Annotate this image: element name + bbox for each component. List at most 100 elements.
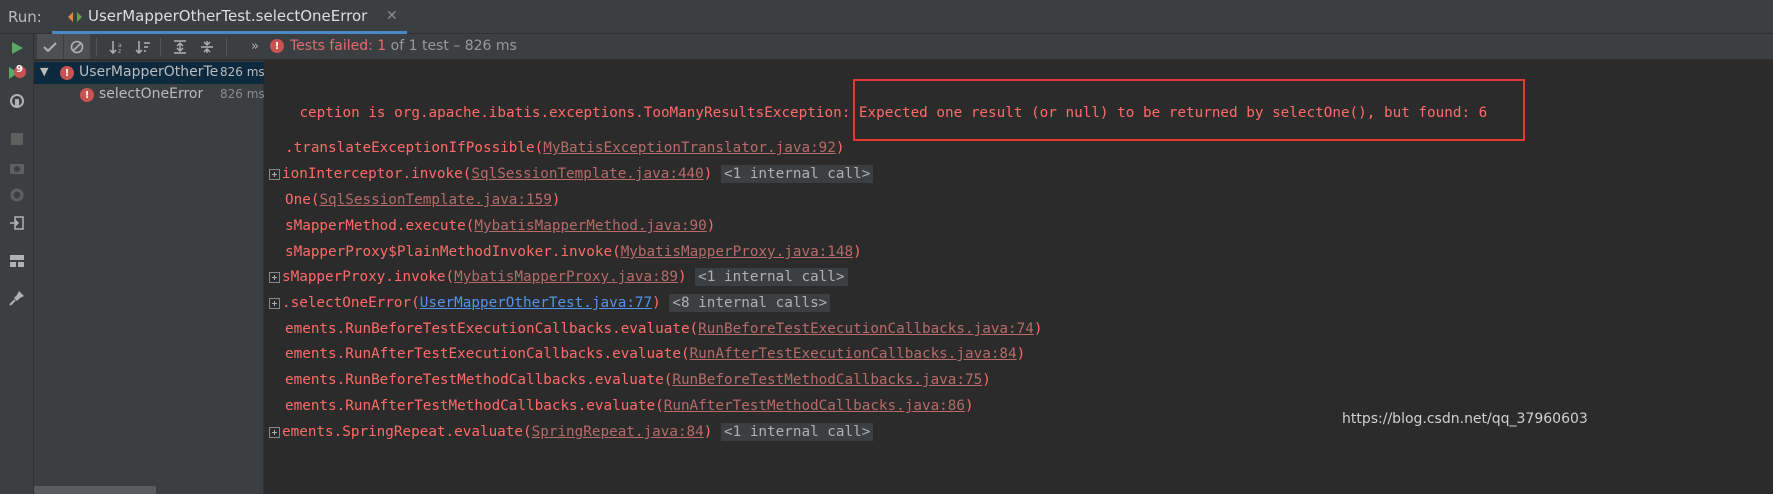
- rerun-failed-icon[interactable]: 9: [7, 64, 27, 84]
- horizontal-scrollbar[interactable]: [34, 486, 156, 494]
- tree-item-duration: 826 ms: [220, 65, 265, 79]
- frame-method: ionInterceptor.invoke(: [282, 166, 472, 182]
- frame-suffix: ): [551, 192, 561, 208]
- show-passed-icon[interactable]: [37, 34, 63, 59]
- frame-suffix: ): [703, 424, 713, 440]
- stack-frame: ements.RunAfterTestMethodCallbacks.evalu…: [265, 398, 974, 424]
- source-link[interactable]: RunBeforeTestMethodCallbacks.java:75: [672, 372, 982, 388]
- expand-arrow-icon[interactable]: ▼: [40, 65, 48, 78]
- source-link[interactable]: MyBatisExceptionTranslator.java:92: [543, 140, 836, 156]
- stack-frame: sMapperProxy$PlainMethodInvoker.invoke(M…: [265, 244, 862, 270]
- frame-suffix: ): [677, 269, 687, 285]
- frame-method: sMapperMethod.execute(: [285, 218, 475, 234]
- source-link[interactable]: RunAfterTestMethodCallbacks.java:86: [664, 398, 965, 414]
- svg-text:z: z: [118, 48, 121, 54]
- failed-badge-count: 9: [16, 64, 23, 75]
- run-tab-bar: Run: UserMapperOtherTest.selectOneError …: [0, 0, 1773, 34]
- test-config-icon: [68, 12, 82, 22]
- toolbar-separator: [226, 38, 227, 56]
- stack-frame: ements.RunBeforeTestMethodCallbacks.eval…: [265, 372, 991, 398]
- stack-frame: sMapperProxy.invoke(MybatisMapperProxy.j…: [265, 268, 848, 295]
- source-link[interactable]: SqlSessionTemplate.java:159: [319, 192, 551, 208]
- frame-suffix: ): [703, 166, 713, 182]
- import-icon[interactable]: [7, 213, 27, 233]
- run-label: Run:: [8, 8, 42, 26]
- tree-item-label: selectOneError: [99, 86, 204, 102]
- more-actions-icon[interactable]: »: [242, 34, 268, 59]
- frame-method: .translateExceptionIfPossible(: [285, 140, 544, 156]
- stack-frame: ionInterceptor.invoke(SqlSessionTemplate…: [265, 165, 874, 192]
- sort-by-duration-icon[interactable]: [130, 34, 156, 59]
- source-link[interactable]: MybatisMapperMethod.java:90: [474, 218, 706, 234]
- status-summary: of 1 test – 826 ms: [390, 38, 517, 54]
- source-link[interactable]: UserMapperOtherTest.java:77: [420, 295, 652, 311]
- pin-icon[interactable]: [7, 288, 27, 308]
- fold-toggle-icon[interactable]: [269, 271, 280, 283]
- source-link[interactable]: SpringRepeat.java:84: [532, 424, 704, 440]
- toolbar-separator: [160, 38, 161, 56]
- stack-frame: .translateExceptionIfPossible(MyBatisExc…: [265, 140, 845, 166]
- highlight-annotation-box: [853, 79, 1525, 141]
- expand-all-icon[interactable]: [167, 34, 193, 59]
- tree-item-label: UserMapperOtherTes: [79, 64, 219, 80]
- fold-toggle-icon[interactable]: [269, 426, 280, 438]
- frame-method: .selectOneError(: [282, 295, 420, 311]
- rerun-icon[interactable]: [7, 38, 27, 58]
- status-failed-label: Tests failed:: [290, 38, 373, 54]
- source-link[interactable]: MybatisMapperProxy.java:89: [454, 269, 678, 285]
- sort-alphabetically-icon[interactable]: az: [104, 34, 130, 59]
- stack-frame: ements.RunBeforeTestExecutionCallbacks.e…: [265, 321, 1042, 347]
- frame-suffix: ): [835, 140, 845, 156]
- run-tab[interactable]: UserMapperOtherTest.selectOneError ✕: [52, 0, 407, 34]
- error-icon: !: [270, 39, 284, 53]
- close-icon[interactable]: ✕: [386, 8, 398, 24]
- stack-frame: sMapperMethod.execute(MybatisMapperMetho…: [265, 218, 715, 244]
- stack-frame: .selectOneError(UserMapperOtherTest.java…: [265, 294, 831, 321]
- fold-toggle-icon[interactable]: [269, 297, 280, 309]
- left-toolbar: 9: [0, 34, 34, 494]
- toolbar-separator: [96, 38, 97, 56]
- run-tab-title: UserMapperOtherTest.selectOneError: [88, 7, 368, 25]
- tree-item-test-class[interactable]: ▼ ! UserMapperOtherTes 826 ms: [34, 62, 265, 84]
- frame-method: ements.RunBeforeTestExecutionCallbacks.e…: [285, 321, 699, 337]
- frame-method: sMapperProxy$PlainMethodInvoker.invoke(: [285, 244, 621, 260]
- toggle-auto-test-icon[interactable]: [7, 91, 27, 111]
- frame-method: ements.RunAfterTestExecutionCallbacks.ev…: [285, 346, 690, 362]
- fold-toggle-icon[interactable]: [269, 168, 280, 180]
- tree-item-test-method[interactable]: ! selectOneError 826 ms: [34, 84, 265, 106]
- stack-frame: ements.SpringRepeat.evaluate(SpringRepea…: [265, 423, 874, 450]
- settings-icon[interactable]: [7, 185, 27, 205]
- frame-suffix: ): [706, 218, 716, 234]
- source-link[interactable]: MybatisMapperProxy.java:148: [621, 244, 853, 260]
- frame-method: ements.RunAfterTestMethodCallbacks.evalu…: [285, 398, 664, 414]
- watermark: https://blog.csdn.net/qq_37960603: [1342, 411, 1588, 427]
- frame-suffix: ): [652, 295, 661, 311]
- layout-icon[interactable]: [7, 251, 27, 271]
- collapse-all-icon[interactable]: [194, 34, 220, 59]
- test-toolbar: az » ! Tests failed: 1 of 1 test – 826 m…: [34, 34, 1773, 60]
- test-status: Tests failed: 1 of 1 test – 826 ms: [290, 38, 517, 54]
- stop-icon[interactable]: [7, 129, 27, 149]
- source-link[interactable]: RunAfterTestExecutionCallbacks.java:84: [690, 346, 1017, 362]
- internal-calls-badge[interactable]: <1 internal call>: [695, 268, 848, 286]
- frame-method: ements.SpringRepeat.evaluate(: [282, 424, 532, 440]
- source-link[interactable]: SqlSessionTemplate.java:440: [471, 166, 703, 182]
- stack-frame: ements.RunAfterTestExecutionCallbacks.ev…: [265, 346, 1025, 372]
- frame-suffix: ): [1033, 321, 1043, 337]
- test-tree: ▼ ! UserMapperOtherTes 826 ms ! selectOn…: [34, 61, 265, 494]
- source-link[interactable]: RunBeforeTestExecutionCallbacks.java:74: [698, 321, 1034, 337]
- internal-calls-badge[interactable]: <1 internal call>: [721, 165, 874, 183]
- stack-frame: One(SqlSessionTemplate.java:159): [265, 192, 560, 218]
- frame-suffix: ): [1016, 346, 1026, 362]
- status-failed-count: 1: [377, 38, 387, 54]
- camera-icon[interactable]: [7, 158, 27, 178]
- frame-suffix: ): [982, 372, 991, 388]
- show-ignored-icon[interactable]: [64, 34, 90, 59]
- internal-calls-badge[interactable]: <8 internal calls>: [669, 294, 831, 312]
- internal-calls-badge[interactable]: <1 internal call>: [721, 423, 874, 441]
- frame-method: ements.RunBeforeTestMethodCallbacks.eval…: [285, 372, 673, 388]
- frame-suffix: ): [965, 398, 974, 414]
- frame-method: One(: [285, 192, 320, 208]
- frame-method: sMapperProxy.invoke(: [282, 269, 455, 285]
- tree-item-duration: 826 ms: [220, 87, 265, 101]
